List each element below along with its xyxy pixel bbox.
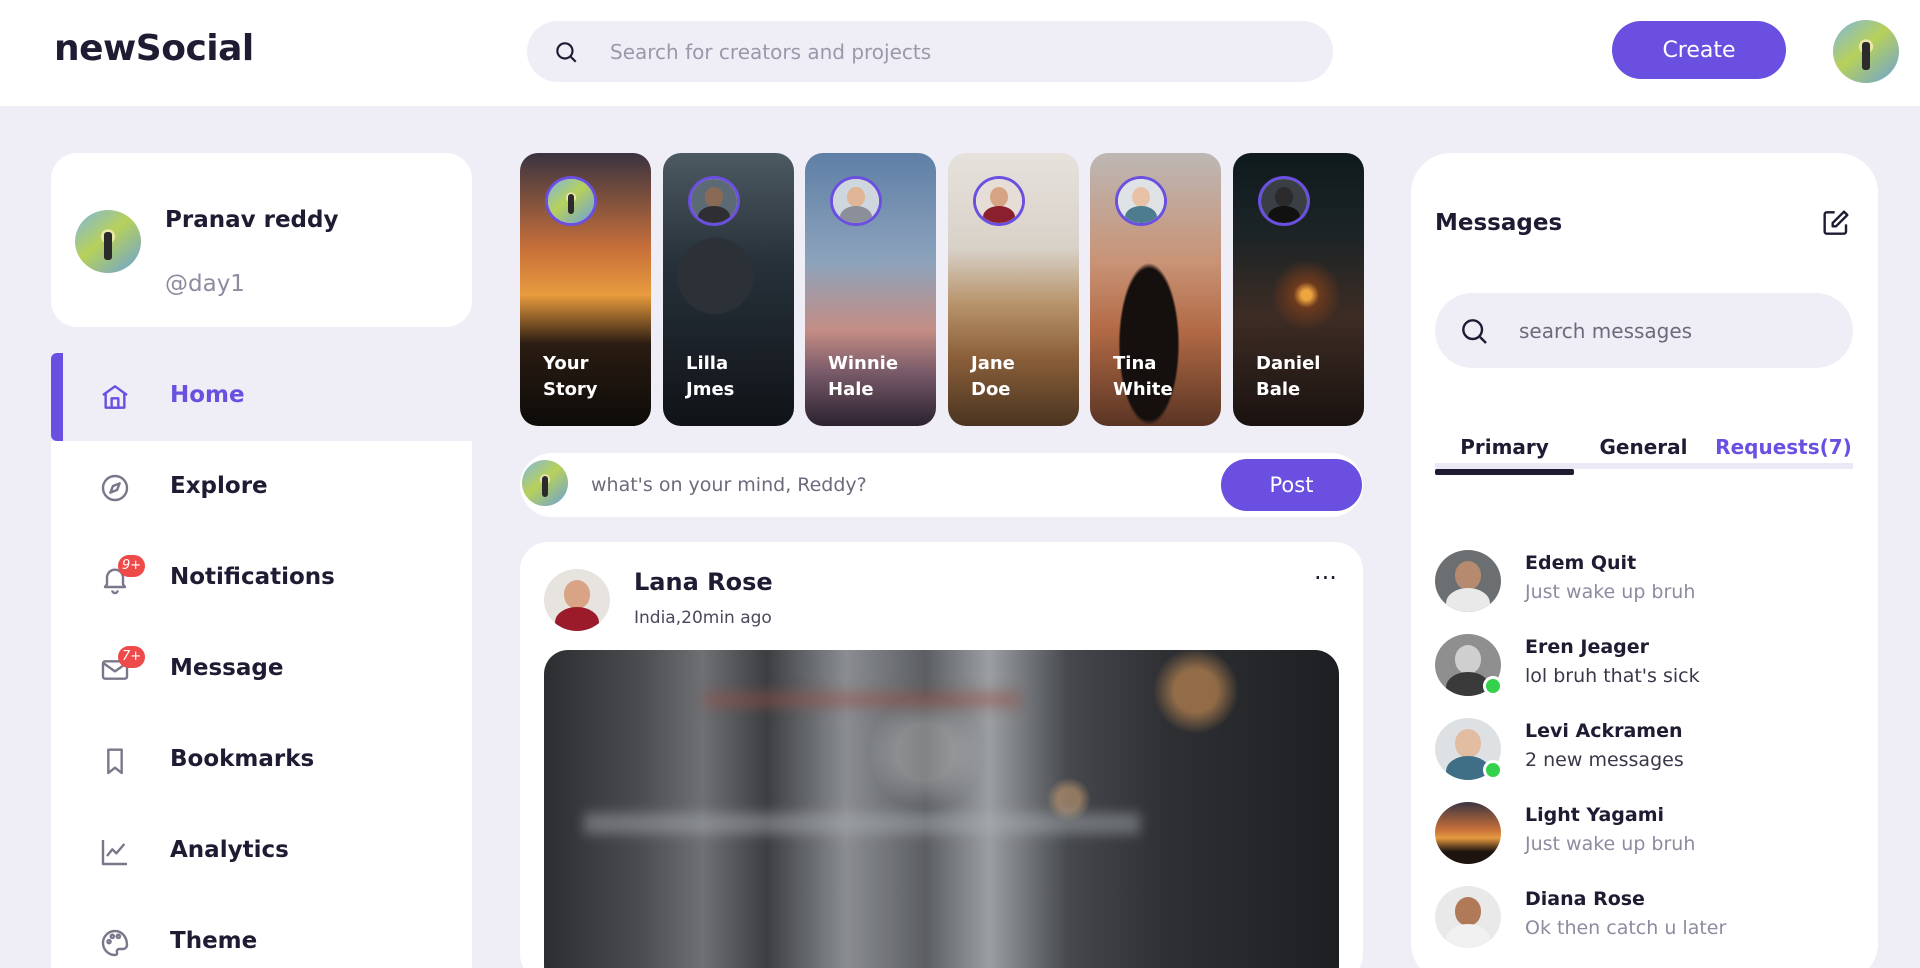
contact-name: Eren Jeager xyxy=(1525,636,1650,658)
story-avatar xyxy=(688,176,740,226)
compose-message-button[interactable] xyxy=(1819,207,1853,241)
global-search[interactable] xyxy=(527,21,1333,82)
story-card[interactable]: Winnie Hale xyxy=(805,153,936,426)
sidebar-item-message[interactable]: 7+ Message xyxy=(51,626,472,714)
sidebar-item-label: Explore xyxy=(170,473,268,499)
message-item[interactable]: Levi Ackramen 2 new messages xyxy=(1435,718,1853,788)
sidebar-item-home[interactable]: Home xyxy=(51,353,472,441)
search-input[interactable] xyxy=(610,21,1310,82)
post-image[interactable] xyxy=(544,650,1339,968)
image-detail xyxy=(703,690,1021,708)
sidebar-item-explore[interactable]: Explore xyxy=(51,444,472,532)
online-indicator xyxy=(1483,676,1503,696)
story-name: Jane Doe xyxy=(971,353,1015,400)
profile-name: Pranav reddy xyxy=(165,207,339,233)
image-detail xyxy=(583,813,1141,834)
post-input[interactable] xyxy=(591,453,1191,517)
tab-requests[interactable]: Requests(7) xyxy=(1714,425,1853,469)
app-logo[interactable]: newSocial xyxy=(54,28,254,69)
sidebar-item-label: Message xyxy=(170,655,284,681)
chart-line-icon xyxy=(99,836,131,868)
sidebar-item-analytics[interactable]: Analytics xyxy=(51,808,472,896)
message-tabs: Primary General Requests(7) xyxy=(1435,425,1853,475)
composer-avatar xyxy=(522,460,568,506)
story-name: Lilla Jmes xyxy=(686,353,735,400)
story-name: Daniel Bale xyxy=(1256,353,1321,400)
story-avatar xyxy=(1115,176,1167,226)
story-card[interactable]: Your Story xyxy=(520,153,651,426)
contact-avatar xyxy=(1435,886,1501,948)
message-preview: lol bruh that's sick xyxy=(1525,665,1700,687)
profile-avatar xyxy=(75,210,141,273)
sidebar-item-label: Theme xyxy=(170,928,258,954)
compass-icon xyxy=(99,472,131,504)
tab-general[interactable]: General xyxy=(1574,425,1713,469)
stories-strip: Your Story Lilla Jmes Winnie Hale Jane Doe T… xyxy=(520,153,1364,427)
messages-panel: Messages Primary General Requests(7) Ede… xyxy=(1411,153,1878,968)
tab-primary[interactable]: Primary xyxy=(1435,425,1574,475)
contact-name: Light Yagami xyxy=(1525,804,1665,826)
story-card[interactable]: Lilla Jmes xyxy=(663,153,794,426)
profile-handle: @day1 xyxy=(165,271,245,297)
feed-post: Lana Rose India,20min ago ··· xyxy=(520,542,1363,968)
sidebar-item-theme[interactable]: Theme xyxy=(51,899,472,968)
messages-title: Messages xyxy=(1435,210,1563,236)
story-card[interactable]: Jane Doe xyxy=(948,153,1079,426)
sidebar-item-bookmarks[interactable]: Bookmarks xyxy=(51,717,472,805)
create-button[interactable]: Create xyxy=(1612,21,1786,79)
message-item[interactable]: Eren Jeager lol bruh that's sick xyxy=(1435,634,1853,704)
story-name: Winnie Hale xyxy=(828,353,899,400)
post-button[interactable]: Post xyxy=(1221,459,1362,511)
home-icon xyxy=(99,381,131,413)
post-author-avatar[interactable] xyxy=(544,569,610,631)
story-card[interactable]: Daniel Bale xyxy=(1233,153,1364,426)
story-name: Your Story xyxy=(543,353,598,400)
sidebar-item-label: Analytics xyxy=(170,837,289,863)
contact-avatar xyxy=(1435,550,1501,612)
contact-name: Levi Ackramen xyxy=(1525,720,1683,742)
edit-icon xyxy=(1820,210,1852,243)
story-avatar xyxy=(973,176,1025,226)
message-preview: 2 new messages xyxy=(1525,749,1684,771)
sidebar-item-notifications[interactable]: 9+ Notifications xyxy=(51,535,472,623)
message-search-input[interactable] xyxy=(1519,293,1839,368)
contact-name: Edem Quit xyxy=(1525,552,1637,574)
post-composer: Post xyxy=(520,453,1363,517)
contact-avatar xyxy=(1435,802,1501,864)
story-avatar xyxy=(1258,176,1310,226)
story-avatar xyxy=(545,176,597,226)
palette-icon xyxy=(99,927,131,959)
message-search[interactable] xyxy=(1435,293,1853,368)
sidebar-item-label: Notifications xyxy=(170,564,335,590)
story-name: Tina White xyxy=(1113,353,1173,400)
profile-card[interactable]: Pranav reddy @day1 xyxy=(51,153,472,327)
more-options-button[interactable]: ··· xyxy=(1314,566,1337,590)
message-item[interactable]: Edem Quit Just wake up bruh xyxy=(1435,550,1853,620)
story-avatar xyxy=(830,176,882,226)
post-meta: India,20min ago xyxy=(634,608,772,628)
notifications-badge: 9+ xyxy=(118,555,146,577)
bookmark-icon xyxy=(99,745,131,777)
messages-badge: 7+ xyxy=(118,646,146,668)
online-indicator xyxy=(1483,760,1503,780)
search-icon xyxy=(553,39,579,69)
contact-name: Diana Rose xyxy=(1525,888,1645,910)
sidebar-item-label: Home xyxy=(170,382,245,408)
message-preview: Ok then catch u later xyxy=(1525,917,1727,939)
post-author[interactable]: Lana Rose xyxy=(634,568,773,596)
message-preview: Just wake up bruh xyxy=(1525,833,1696,855)
top-bar: newSocial Create xyxy=(0,0,1920,106)
message-item[interactable]: Light Yagami Just wake up bruh xyxy=(1435,802,1853,872)
message-item[interactable]: Diana Rose Ok then catch u later xyxy=(1435,886,1853,956)
message-preview: Just wake up bruh xyxy=(1525,581,1696,603)
user-avatar[interactable] xyxy=(1833,20,1899,83)
sidebar-item-label: Bookmarks xyxy=(170,746,315,772)
story-card[interactable]: Tina White xyxy=(1090,153,1221,426)
sidebar-nav: Home Explore 9+ Notifications 7+ Message… xyxy=(51,353,472,968)
search-icon xyxy=(1458,315,1490,351)
